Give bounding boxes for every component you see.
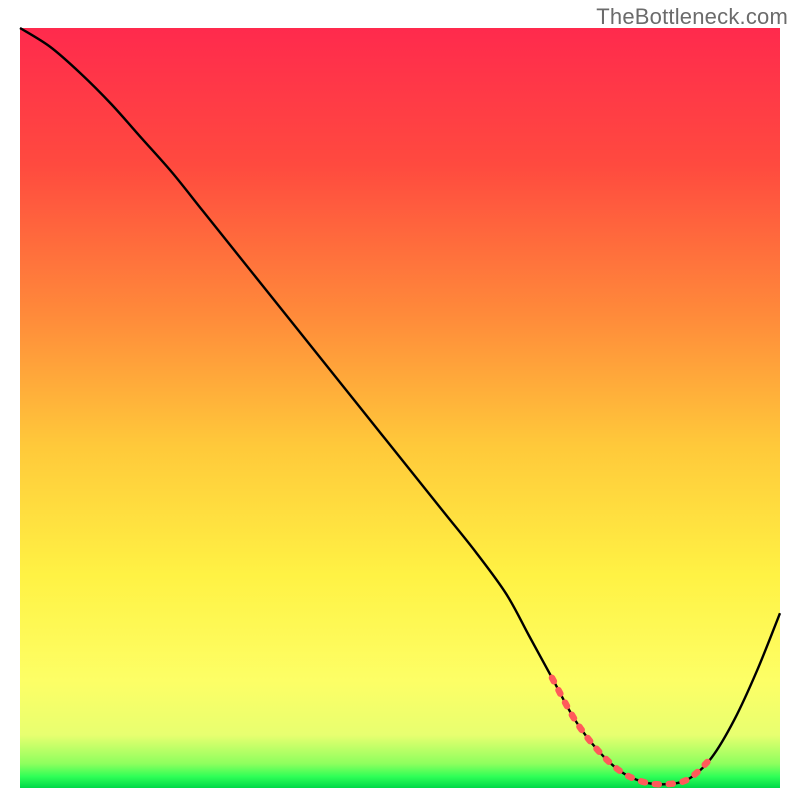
chart-container: { "watermark": { "text": "TheBottleneck.… [0,0,800,800]
bottleneck-chart [0,0,800,800]
plot-background [20,28,780,788]
